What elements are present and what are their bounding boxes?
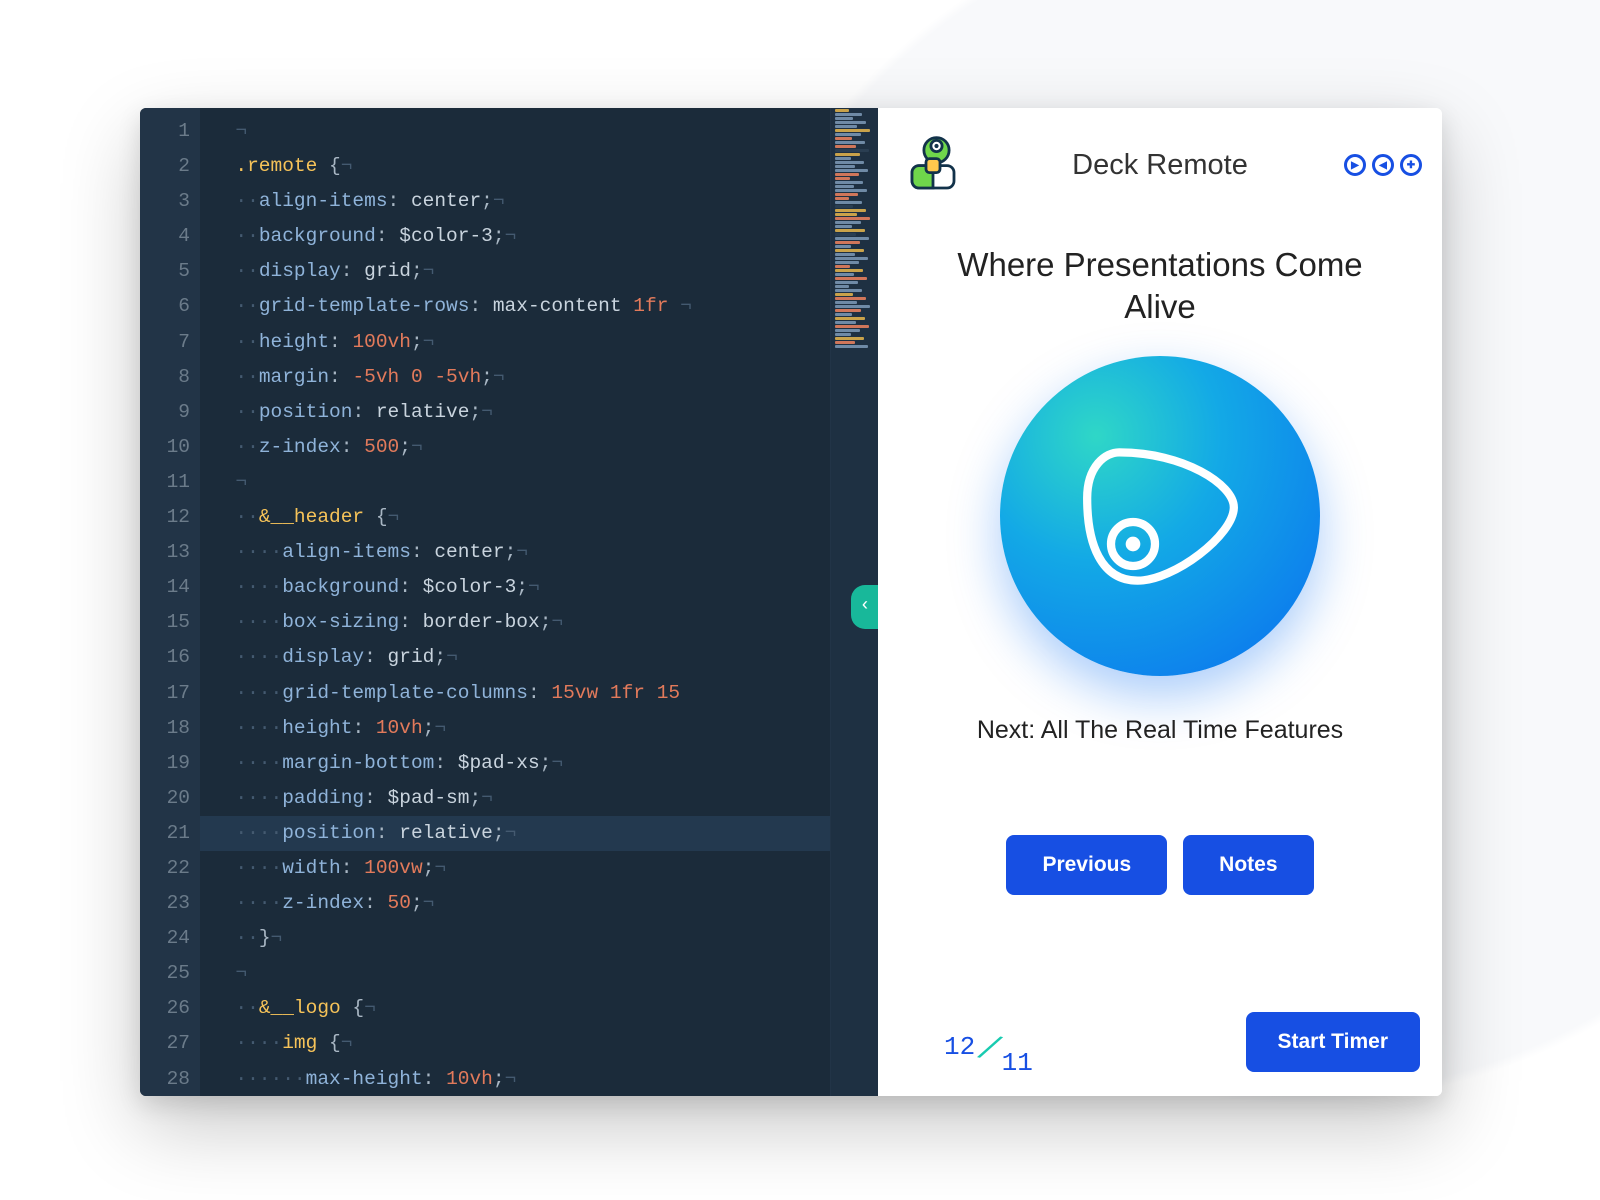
line-number-gutter: 1234567891011121314151617181920212223242… <box>140 108 200 1096</box>
remote-panel: Deck Remote ▶ ◀ ✚ Where Presentations Co… <box>878 108 1442 1096</box>
code-line[interactable]: ··grid-template-rows: max-content 1fr ¬ <box>212 289 878 324</box>
code-line[interactable]: ··align-items: center;¬ <box>212 184 878 219</box>
line-number: 25 <box>140 956 190 991</box>
remote-title: Deck Remote <box>1072 149 1248 182</box>
code-editor[interactable]: 1234567891011121314151617181920212223242… <box>140 108 878 1096</box>
code-line[interactable]: ····box-sizing: border-box;¬ <box>212 605 878 640</box>
menu-icon-back-icon[interactable]: ◀ <box>1372 154 1394 176</box>
control-button-row: Previous Notes <box>1006 835 1313 895</box>
next-slide-label: Next: All The Real Time Features <box>977 716 1343 745</box>
play-logo-icon <box>1068 434 1253 599</box>
line-number: 22 <box>140 851 190 886</box>
app-logo <box>898 132 968 202</box>
remote-header: Deck Remote ▶ ◀ ✚ <box>898 126 1422 204</box>
footer-row: 12 / 11 Start Timer <box>878 1012 1442 1072</box>
code-line[interactable]: ····padding: $pad-sm;¬ <box>212 781 878 816</box>
line-number: 1 <box>140 114 190 149</box>
previous-button[interactable]: Previous <box>1006 835 1167 895</box>
code-line[interactable]: ····height: 10vh;¬ <box>212 711 878 746</box>
code-line[interactable]: ····margin-bottom: $pad-xs;¬ <box>212 746 878 781</box>
current-slide-title: Where Presentations Come Alive <box>920 244 1400 328</box>
line-number: 16 <box>140 640 190 675</box>
code-line[interactable]: ······max-height: 10vh;¬ <box>212 1062 878 1096</box>
menu-icon-add-icon[interactable]: ✚ <box>1400 154 1422 176</box>
menu-icon-play-icon[interactable]: ▶ <box>1344 154 1366 176</box>
line-number: 8 <box>140 360 190 395</box>
code-line[interactable]: .remote {¬ <box>212 149 878 184</box>
line-number: 23 <box>140 886 190 921</box>
code-line[interactable]: ··position: relative;¬ <box>212 395 878 430</box>
line-number: 3 <box>140 184 190 219</box>
line-number: 18 <box>140 711 190 746</box>
line-number: 21 <box>140 816 190 851</box>
line-number: 17 <box>140 676 190 711</box>
code-line[interactable]: ····position: relative;¬ <box>212 816 878 851</box>
code-line[interactable]: ¬ <box>212 956 878 991</box>
code-line[interactable]: ¬ <box>212 114 878 149</box>
slide-preview <box>1000 356 1320 676</box>
header-menu-icons[interactable]: ▶ ◀ ✚ <box>1344 154 1422 176</box>
line-number: 28 <box>140 1062 190 1096</box>
line-number: 20 <box>140 781 190 816</box>
counter-current: 12 <box>944 1032 975 1062</box>
code-line[interactable]: ····img {¬ <box>212 1026 878 1061</box>
line-number: 4 <box>140 219 190 254</box>
slide-counter: 12 / 11 <box>944 1034 1033 1072</box>
line-number: 9 <box>140 395 190 430</box>
line-number: 14 <box>140 570 190 605</box>
code-line[interactable]: ··&__logo {¬ <box>212 991 878 1026</box>
code-line[interactable]: ····grid-template-columns: 15vw 1fr 15 <box>212 676 878 711</box>
code-line[interactable]: ····display: grid;¬ <box>212 640 878 675</box>
line-number: 15 <box>140 605 190 640</box>
line-number: 6 <box>140 289 190 324</box>
line-number: 7 <box>140 325 190 360</box>
code-line[interactable]: ··&__header {¬ <box>212 500 878 535</box>
line-number: 10 <box>140 430 190 465</box>
start-timer-button[interactable]: Start Timer <box>1246 1012 1421 1072</box>
line-number: 5 <box>140 254 190 289</box>
code-line[interactable]: ··margin: -5vh 0 -5vh;¬ <box>212 360 878 395</box>
code-line[interactable]: ··z-index: 500;¬ <box>212 430 878 465</box>
line-number: 11 <box>140 465 190 500</box>
notes-button[interactable]: Notes <box>1183 835 1313 895</box>
code-line[interactable]: ··display: grid;¬ <box>212 254 878 289</box>
code-line[interactable]: ··height: 100vh;¬ <box>212 325 878 360</box>
minimap-line <box>835 109 849 112</box>
line-number: 19 <box>140 746 190 781</box>
code-line[interactable]: ··}¬ <box>212 921 878 956</box>
code-area[interactable]: ¬ .remote {¬ ··align-items: center;¬ ··b… <box>200 108 878 1096</box>
line-number: 27 <box>140 1026 190 1061</box>
line-number: 13 <box>140 535 190 570</box>
line-number: 12 <box>140 500 190 535</box>
code-line[interactable]: ··background: $color-3;¬ <box>212 219 878 254</box>
line-number: 24 <box>140 921 190 956</box>
code-line[interactable]: ¬ <box>212 465 878 500</box>
counter-total: 11 <box>1002 1048 1033 1078</box>
code-line[interactable]: ····width: 100vw;¬ <box>212 851 878 886</box>
code-line[interactable]: ····align-items: center;¬ <box>212 535 878 570</box>
code-line[interactable]: ····z-index: 50;¬ <box>212 886 878 921</box>
app-panel: 1234567891011121314151617181920212223242… <box>140 108 1442 1096</box>
line-number: 2 <box>140 149 190 184</box>
line-number: 26 <box>140 991 190 1026</box>
code-line[interactable]: ····background: $color-3;¬ <box>212 570 878 605</box>
